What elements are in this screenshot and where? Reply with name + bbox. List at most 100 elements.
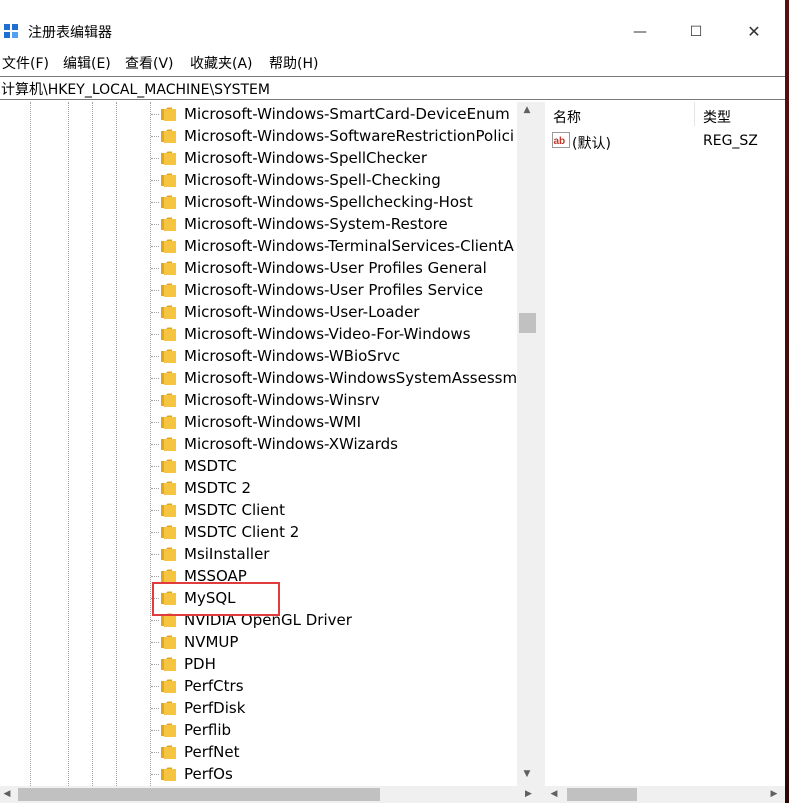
tree-item[interactable]: Microsoft-Windows-WindowsSystemAssessm [0, 367, 517, 389]
tree-item[interactable]: Microsoft-Windows-User Profiles Service [0, 279, 517, 301]
tree-item[interactable]: MSDTC Client [0, 499, 517, 521]
tree-connector [151, 268, 159, 269]
tree-connector [151, 356, 159, 357]
tree-item-label: PDH [184, 655, 216, 673]
tree-item[interactable]: Microsoft-Windows-User-Loader [0, 301, 517, 323]
tree-item[interactable]: PDH [0, 653, 517, 675]
folder-icon [161, 459, 176, 473]
mysql-highlight-box [152, 582, 280, 616]
vertical-scroll-thumb[interactable] [519, 313, 536, 333]
folder-icon [161, 305, 176, 319]
scroll-right-arrow-icon[interactable]: ▶ [767, 786, 781, 803]
tree-item[interactable]: Microsoft-Windows-Winsrv [0, 389, 517, 411]
folder-icon [161, 393, 176, 407]
window-title: 注册表编辑器 [28, 25, 112, 41]
values-horizontal-scrollbar[interactable]: ◀ ▶ [545, 786, 785, 803]
tree-item-label: Microsoft-Windows-User Profiles Service [184, 281, 484, 299]
tree-horizontal-scrollbar[interactable]: ◀ ▶ [0, 786, 537, 803]
tree-connector [151, 686, 159, 687]
folder-icon [161, 151, 176, 165]
tree-connector [151, 774, 159, 775]
tree-connector [151, 224, 159, 225]
folder-icon [161, 283, 176, 297]
tree-item-label: MSDTC Client [184, 501, 285, 519]
menu-file[interactable]: 文件(F) [2, 53, 49, 73]
scroll-right-arrow-icon[interactable]: ▶ [520, 786, 537, 803]
tree-connector [151, 136, 159, 137]
column-header-type[interactable]: 类型 [695, 102, 785, 126]
tree-item[interactable]: NVMUP [0, 631, 517, 653]
tree-item[interactable]: PerfNet [0, 741, 517, 763]
tree-connector [151, 180, 159, 181]
tree-item[interactable]: Microsoft-Windows-System-Restore [0, 213, 517, 235]
tree-connector [151, 532, 159, 533]
address-bar[interactable]: 计算机\HKEY_LOCAL_MACHINE\SYSTEM [0, 76, 785, 100]
value-row[interactable]: ab (默认) REG_SZ [545, 130, 785, 152]
registry-editor-window: 注册表编辑器 — ☐ ✕ 文件(F) 编辑(E) 查看(V) 收藏夹(A) 帮助… [0, 0, 785, 803]
tree-item[interactable]: MSDTC [0, 455, 517, 477]
tree-item[interactable]: PerfDisk [0, 697, 517, 719]
tree-connector [151, 290, 159, 291]
tree-item[interactable]: Microsoft-Windows-SpellChecker [0, 147, 517, 169]
tree-item-label: Microsoft-Windows-WBioSrvc [184, 347, 401, 365]
folder-icon [161, 217, 176, 231]
tree-item[interactable]: Perflib [0, 719, 517, 741]
tree-item[interactable]: Microsoft-Windows-XWizards [0, 433, 517, 455]
menu-help[interactable]: 帮助(H) [269, 53, 318, 73]
menu-favorites[interactable]: 收藏夹(A) [190, 53, 253, 73]
folder-icon [161, 503, 176, 517]
minimize-button[interactable]: — [630, 22, 650, 42]
menu-edit[interactable]: 编辑(E) [63, 53, 111, 73]
desktop-background [785, 0, 789, 803]
tree-connector [151, 400, 159, 401]
tree-item[interactable]: PerfOs [0, 763, 517, 785]
tree-item-label: PerfCtrs [184, 677, 244, 695]
tree-connector [151, 510, 159, 511]
tree-item[interactable]: Microsoft-Windows-WMI [0, 411, 517, 433]
tree-connector [151, 114, 159, 115]
maximize-button[interactable]: ☐ [686, 22, 706, 42]
address-path[interactable]: 计算机\HKEY_LOCAL_MACHINE\SYSTEM [1, 79, 270, 99]
tree-item[interactable]: Microsoft-Windows-TerminalServices-Clien… [0, 235, 517, 257]
folder-icon [161, 701, 176, 715]
tree-item[interactable]: Microsoft-Windows-User Profiles General [0, 257, 517, 279]
tree-connector [151, 158, 159, 159]
tree-item[interactable]: Microsoft-Windows-WBioSrvc [0, 345, 517, 367]
tree-item[interactable]: PerfCtrs [0, 675, 517, 697]
tree-item-label: Microsoft-Windows-WMI [184, 413, 362, 431]
tree-connector [151, 334, 159, 335]
tree-item[interactable]: Microsoft-Windows-Spellchecking-Host [0, 191, 517, 213]
scroll-left-arrow-icon[interactable]: ◀ [547, 786, 561, 803]
tree-item-label: Microsoft-Windows-SmartCard-DeviceEnum [184, 105, 510, 123]
key-tree-pane[interactable]: Microsoft-Windows-SmartCard-DeviceEnum Mi… [0, 102, 537, 788]
tree-connector [151, 708, 159, 709]
tree-item[interactable]: MSDTC Client 2 [0, 521, 517, 543]
tree-item[interactable]: MSDTC 2 [0, 477, 517, 499]
tree-item-label: Microsoft-Windows-System-Restore [184, 215, 448, 233]
tree-connector [151, 752, 159, 753]
tree-item-label: Microsoft-Windows-User Profiles General [184, 259, 487, 277]
folder-icon [161, 723, 176, 737]
tree-item-label: MSDTC 2 [184, 479, 252, 497]
scroll-down-arrow-icon[interactable]: ▼ [517, 766, 537, 783]
tree-item-label: MSDTC Client 2 [184, 523, 300, 541]
tree-item-label: PerfOs [184, 765, 233, 783]
tree-item[interactable]: Microsoft-Windows-SoftwareRestrictionPol… [0, 125, 517, 147]
close-button[interactable]: ✕ [744, 22, 764, 42]
folder-icon [161, 107, 176, 121]
horizontal-scroll-thumb[interactable] [18, 788, 380, 801]
tree-item[interactable]: Microsoft-Windows-Spell-Checking [0, 169, 517, 191]
column-header-name[interactable]: 名称 [545, 102, 695, 126]
tree-item[interactable]: Microsoft-Windows-Video-For-Windows [0, 323, 517, 345]
tree-item[interactable]: MsiInstaller [0, 543, 517, 565]
tree-item[interactable]: Microsoft-Windows-SmartCard-DeviceEnum [0, 103, 517, 125]
scroll-left-arrow-icon[interactable]: ◀ [0, 786, 14, 803]
values-list-pane[interactable]: 名称 类型 ab (默认) REG_SZ [545, 102, 785, 788]
menu-view[interactable]: 查看(V) [125, 53, 174, 73]
scroll-up-arrow-icon[interactable]: ▲ [517, 102, 537, 119]
tree-connector [151, 554, 159, 555]
horizontal-scroll-thumb[interactable] [567, 788, 637, 801]
pane-splitter[interactable] [537, 102, 545, 803]
folder-icon [161, 635, 176, 649]
tree-vertical-scrollbar[interactable]: ▲ ▼ [517, 102, 537, 788]
